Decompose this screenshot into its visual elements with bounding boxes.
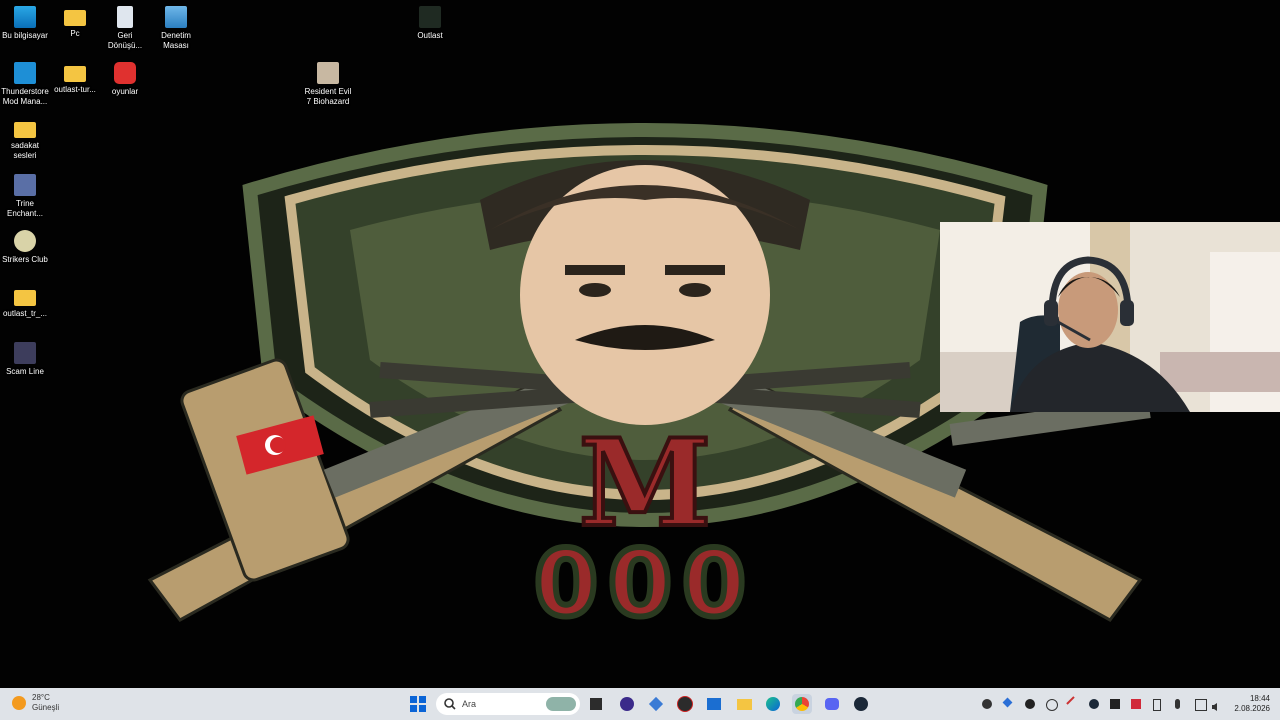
taskbar-store[interactable] xyxy=(704,694,724,714)
folder-icon xyxy=(14,290,36,306)
game-shortcut-icon xyxy=(14,174,36,196)
start-button[interactable] xyxy=(408,694,428,714)
edge-icon xyxy=(766,697,780,711)
chrome-icon xyxy=(795,697,809,711)
desktop-icon-label: sadakat sesleri xyxy=(10,141,40,160)
desktop-icon-resident-evil[interactable]: Resident Evil 7 Biohazard xyxy=(303,62,353,107)
app-diamond-icon xyxy=(648,696,664,712)
desktop-icon-label: Thunderstore Mod Mana... xyxy=(1,87,49,106)
taskbar-app-1[interactable] xyxy=(617,694,637,714)
taskbar: 28°C Güneşli Ara 18:44 2.08.2026 xyxy=(0,688,1280,720)
store-icon xyxy=(707,698,721,710)
desktop-icon-pc-folder[interactable]: Pc xyxy=(50,6,100,39)
search-icon xyxy=(444,698,456,710)
folder-icon xyxy=(64,66,86,82)
desktop-icon-label: outlast-tur... xyxy=(54,85,96,94)
desktop-icon-label: Denetim Masası xyxy=(161,31,191,50)
wallpaper-number: 000 xyxy=(534,530,756,637)
desktop-icon-control-panel[interactable]: Denetim Masası xyxy=(151,6,201,51)
desktop-icon-label: Trine Enchant... xyxy=(6,199,44,218)
desktop-icon-this-pc[interactable]: Bu bilgisayar xyxy=(0,6,50,41)
search-placeholder: Ara xyxy=(462,699,477,709)
task-view-button[interactable] xyxy=(586,694,606,714)
tray-icon-1[interactable] xyxy=(982,699,992,709)
taskbar-edge[interactable] xyxy=(763,694,783,714)
battery-icon[interactable] xyxy=(1153,699,1161,711)
desktop-icon-outlast-tr[interactable]: outlast_tr_... xyxy=(0,286,50,319)
desktop-icon-thunderstore[interactable]: Thunderstore Mod Mana... xyxy=(0,62,50,107)
shield-icon xyxy=(14,230,36,252)
clock-date: 2.08.2026 xyxy=(1234,704,1270,713)
taskbar-app-2[interactable] xyxy=(646,694,666,714)
desktop-icon-label: oyunlar xyxy=(111,87,139,96)
desktop-icon-sadakat-sesleri[interactable]: sadakat sesleri xyxy=(0,118,50,161)
windows-icon xyxy=(410,696,426,712)
tray-icon-8[interactable] xyxy=(1131,699,1141,709)
tray-icon-4[interactable] xyxy=(1046,699,1058,711)
desktop-icon-strikers-club[interactable]: Strikers Club xyxy=(0,230,50,265)
folder-icon xyxy=(64,10,86,26)
tray-icon-3[interactable] xyxy=(1025,699,1035,709)
desktop-icon-label: Bu bilgisayar xyxy=(2,31,48,40)
game-shortcut-icon xyxy=(317,62,339,84)
desktop: M 000 Bu bilgisayar Pc Geri Dönüşü... De… xyxy=(0,0,1280,688)
power-icon xyxy=(114,62,136,84)
desktop-icon-label: Resident Evil 7 Biohazard xyxy=(304,87,352,106)
search-highlight-icon xyxy=(546,697,576,711)
sun-icon xyxy=(12,696,26,710)
taskbar-search[interactable]: Ara xyxy=(436,693,580,715)
network-icon[interactable] xyxy=(1195,699,1207,711)
desktop-icon-scam-line[interactable]: Scam Line xyxy=(0,342,50,377)
taskbar-steam[interactable] xyxy=(851,694,871,714)
steam-icon xyxy=(854,697,868,711)
folder-icon xyxy=(14,122,36,138)
game-shortcut-icon xyxy=(14,342,36,364)
taskbar-chrome[interactable] xyxy=(792,694,812,714)
desktop-icon-outlast-tur[interactable]: outlast-tur... xyxy=(50,62,100,95)
app-circle-icon xyxy=(620,697,634,711)
clock-time: 18:44 xyxy=(1249,694,1270,703)
task-view-icon xyxy=(590,698,602,710)
volume-icon[interactable] xyxy=(1211,699,1221,711)
tray-bluetooth-icon[interactable] xyxy=(1002,697,1013,708)
desktop-icon-label: Outlast xyxy=(417,31,443,40)
webcam-overlay xyxy=(940,222,1280,412)
weather-widget[interactable]: 28°C Güneşli xyxy=(12,693,59,713)
desktop-icon-label: Strikers Club xyxy=(2,255,48,264)
tray-icon-7[interactable] xyxy=(1110,699,1120,709)
desktop-icon-label: Scam Line xyxy=(6,367,44,376)
folder-icon xyxy=(736,698,752,710)
desktop-icon-label: outlast_tr_... xyxy=(2,309,48,318)
desktop-icon-trine[interactable]: Trine Enchant... xyxy=(0,174,50,219)
desktop-icon-outlast[interactable]: Outlast xyxy=(405,6,455,41)
weather-temperature: 28°C xyxy=(32,693,50,702)
control-panel-icon xyxy=(165,6,187,28)
desktop-icon-recycle-bin[interactable]: Geri Dönüşü... xyxy=(100,6,150,51)
tray-steam-icon[interactable] xyxy=(1089,699,1099,709)
taskbar-clock[interactable]: 18:44 2.08.2026 xyxy=(1234,694,1270,714)
taskbar-file-explorer[interactable] xyxy=(734,694,754,714)
app-steam-like-icon xyxy=(677,696,693,712)
recycle-bin-icon xyxy=(117,6,133,28)
monitor-icon xyxy=(14,6,36,28)
desktop-icon-oyunlar[interactable]: oyunlar xyxy=(100,62,150,97)
taskbar-discord[interactable] xyxy=(822,694,842,714)
microphone-icon[interactable] xyxy=(1175,699,1180,709)
desktop-icon-label: Geri Dönüşü... xyxy=(107,31,143,50)
discord-icon xyxy=(825,698,839,710)
taskbar-app-3[interactable] xyxy=(675,694,695,714)
thunderstore-icon xyxy=(14,62,36,84)
desktop-icon-label: Pc xyxy=(70,29,80,38)
tray-icon-5[interactable] xyxy=(1066,696,1082,712)
weather-description: Güneşli xyxy=(32,703,60,712)
game-shortcut-icon xyxy=(419,6,441,28)
